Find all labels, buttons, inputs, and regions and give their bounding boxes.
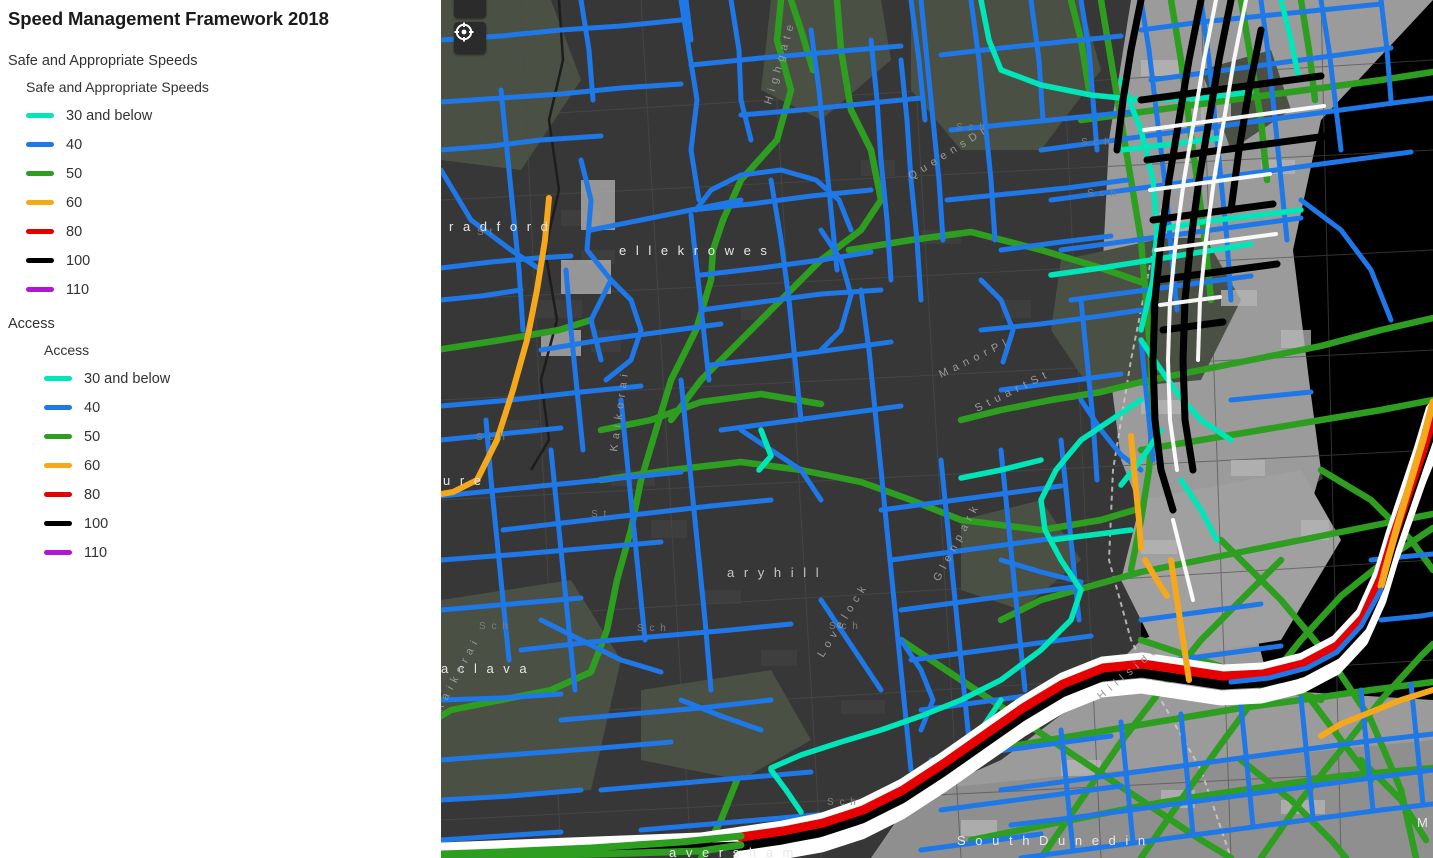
- legend-item: 110: [0, 275, 441, 304]
- legend-swatch-wrap: [44, 463, 84, 468]
- legend-item-label: 30 and below: [84, 370, 171, 387]
- line-swatch-icon: [44, 434, 72, 439]
- legend-swatch-wrap: [26, 142, 66, 147]
- legend-sublayer-title: Safe and Appropriate Speeds: [26, 79, 209, 95]
- legend-item-label: 110: [84, 544, 108, 561]
- legend-swatch-wrap: [44, 521, 84, 526]
- line-swatch-icon: [44, 463, 72, 468]
- legend-item-label: 50: [84, 428, 101, 445]
- page-title: Speed Management Framework 2018: [8, 8, 329, 29]
- legend-sidebar: Speed Management Framework 2018 Safe and…: [0, 0, 441, 858]
- legend-swatch-wrap: [44, 550, 84, 555]
- legend-panel: Safe and Appropriate Speeds Safe and App…: [0, 48, 441, 569]
- map-canvas[interactable]: .r30{stroke:#00e6b8;fill:none;stroke-lin…: [441, 0, 1433, 858]
- legend-item: 50: [0, 422, 441, 451]
- legend-layer-safe-and-appropriate-speeds[interactable]: Safe and Appropriate Speeds Safe and App…: [0, 48, 441, 304]
- home-button[interactable]: [454, 0, 486, 18]
- line-swatch-icon: [26, 171, 54, 176]
- legend-swatch-wrap: [44, 434, 84, 439]
- legend-item: 100: [0, 246, 441, 275]
- legend-swatch-wrap: [26, 258, 66, 263]
- line-swatch-icon: [26, 113, 54, 118]
- line-swatch-icon: [26, 229, 54, 234]
- line-swatch-icon: [26, 142, 54, 147]
- map-vector: .r30{stroke:#00e6b8;fill:none;stroke-lin…: [441, 0, 1433, 858]
- legend-item-label: 40: [66, 136, 83, 153]
- legend-item: 80: [0, 217, 441, 246]
- legend-item: 110: [0, 538, 441, 567]
- legend-layer-access[interactable]: Access Access 30 and below 40 50 60 80 1…: [0, 311, 441, 567]
- legend-swatch-wrap: [44, 405, 84, 410]
- line-swatch-icon: [44, 550, 72, 555]
- line-swatch-icon: [44, 521, 72, 526]
- speed-management-map-app: Speed Management Framework 2018 Safe and…: [0, 0, 1433, 858]
- line-swatch-icon: [26, 200, 54, 205]
- legend-item: 30 and below: [0, 101, 441, 130]
- legend-item-label: 100: [66, 252, 91, 269]
- legend-items-list: 30 and below 40 50 60 80 100 110: [0, 101, 441, 304]
- legend-item-label: 60: [66, 194, 83, 211]
- legend-item: 80: [0, 480, 441, 509]
- line-swatch-icon: [26, 258, 54, 263]
- legend-item: 30 and below: [0, 364, 441, 393]
- legend-item: 60: [0, 188, 441, 217]
- legend-item-label: 80: [84, 486, 101, 503]
- home-icon: [454, 0, 472, 4]
- legend-item: 40: [0, 130, 441, 159]
- legend-sublayer-title: Access: [44, 342, 90, 358]
- legend-swatch-wrap: [26, 200, 66, 205]
- line-swatch-icon: [26, 287, 54, 292]
- legend-item-label: 30 and below: [66, 107, 153, 124]
- legend-item-label: 60: [84, 457, 101, 474]
- legend-item: 40: [0, 393, 441, 422]
- legend-items-list: 30 and below 40 50 60 80 100 110: [0, 364, 441, 567]
- crosshair-icon: [454, 22, 474, 42]
- legend-swatch-wrap: [26, 171, 66, 176]
- line-swatch-icon: [44, 376, 72, 381]
- line-swatch-icon: [44, 405, 72, 410]
- legend-item-label: 100: [84, 515, 109, 532]
- legend-swatch-wrap: [44, 492, 84, 497]
- legend-layer-title: Safe and Appropriate Speeds: [8, 53, 198, 69]
- line-swatch-icon: [44, 492, 72, 497]
- legend-item: 100: [0, 509, 441, 538]
- legend-swatch-wrap: [44, 376, 84, 381]
- legend-layer-title: Access: [8, 316, 55, 332]
- legend-swatch-wrap: [26, 229, 66, 234]
- legend-swatch-wrap: [26, 113, 66, 118]
- legend-item-label: 80: [66, 223, 83, 240]
- legend-swatch-wrap: [26, 287, 66, 292]
- legend-item-label: 40: [84, 399, 101, 416]
- legend-item-label: 50: [66, 165, 83, 182]
- legend-item: 50: [0, 159, 441, 188]
- legend-item-label: 110: [66, 281, 90, 298]
- locate-button[interactable]: [454, 22, 486, 54]
- legend-item: 60: [0, 451, 441, 480]
